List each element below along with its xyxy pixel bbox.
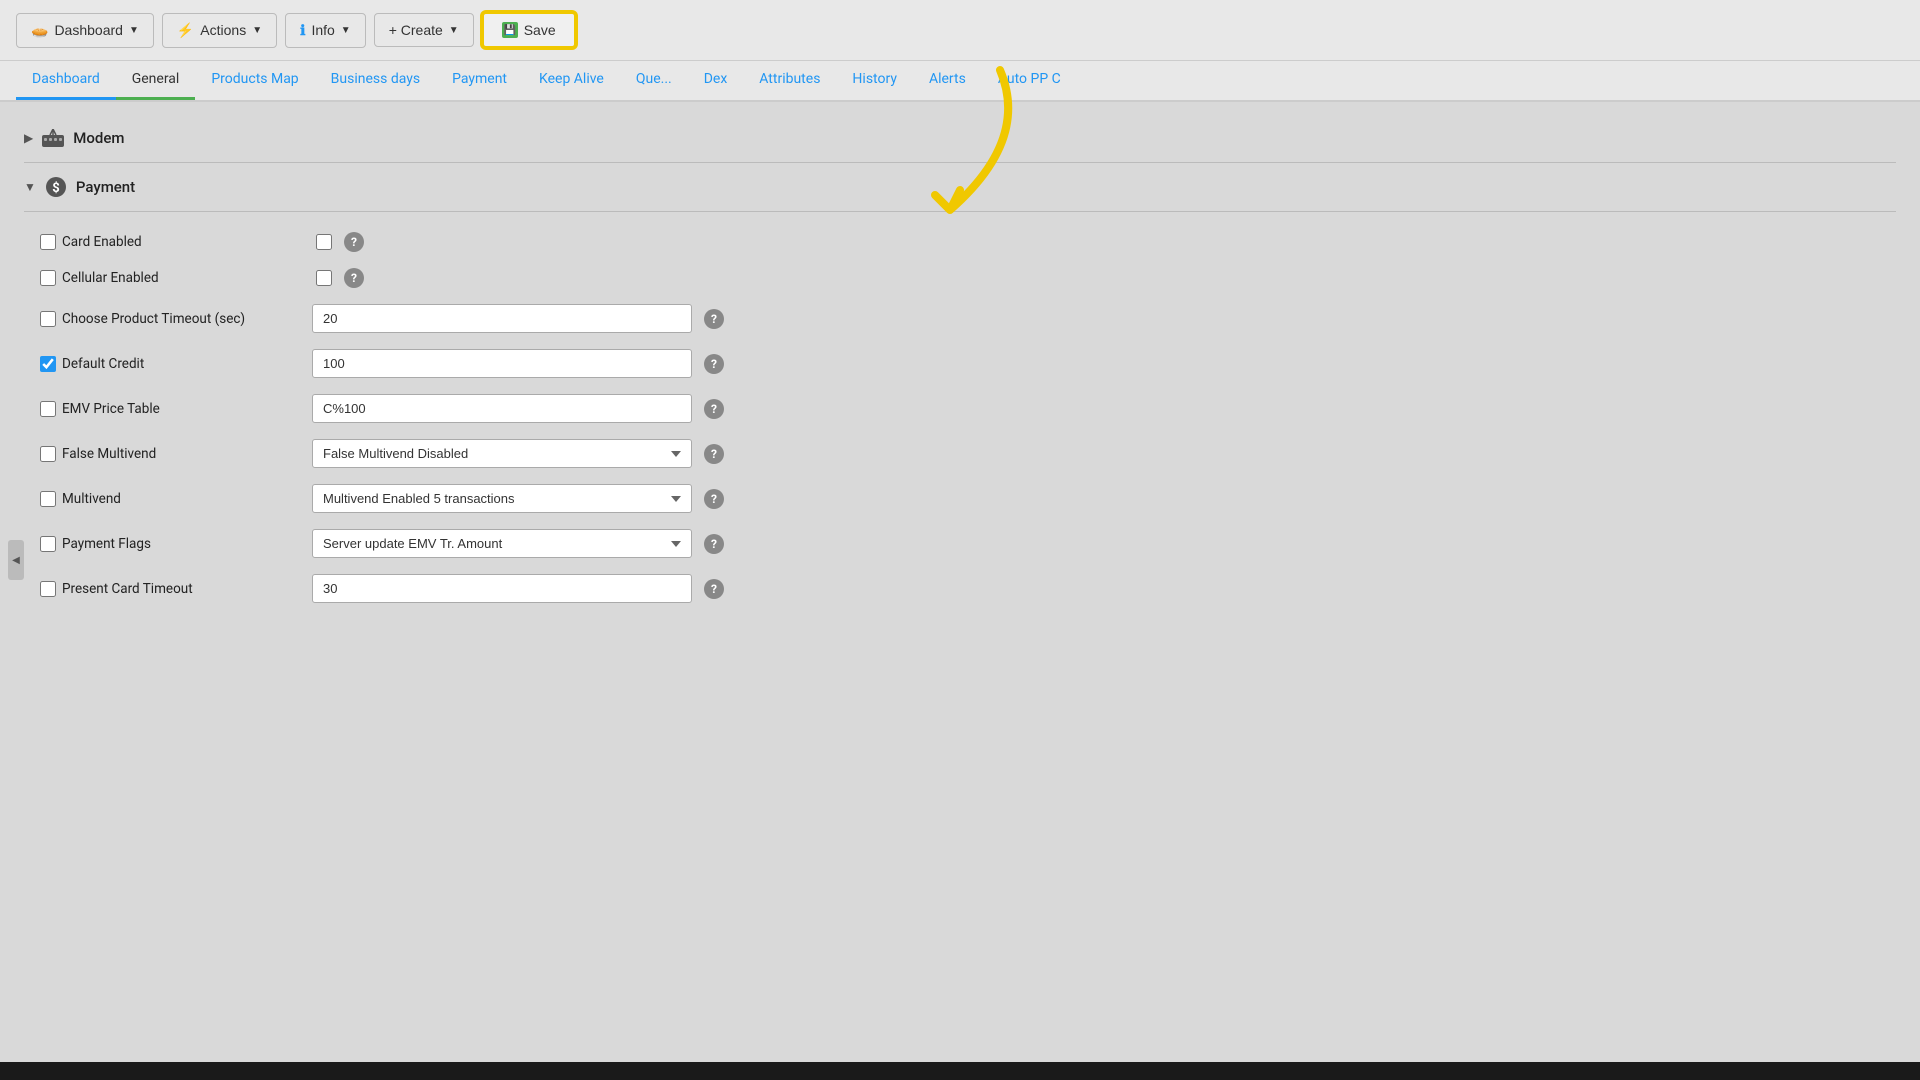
emv-price-table-row: EMV Price Table ? bbox=[40, 386, 1896, 431]
present-card-timeout-checkbox[interactable] bbox=[40, 581, 56, 597]
save-button[interactable]: 💾 Save bbox=[482, 12, 576, 48]
emv-price-table-label: EMV Price Table bbox=[40, 401, 300, 417]
tab-auto-pp[interactable]: Auto PP C bbox=[982, 61, 1077, 100]
tab-alerts[interactable]: Alerts bbox=[913, 61, 982, 100]
modem-divider bbox=[24, 162, 1896, 163]
tab-products-map[interactable]: Products Map bbox=[195, 61, 314, 100]
false-multivend-label: False Multivend bbox=[40, 446, 300, 462]
actions-icon: ⚡ bbox=[177, 22, 194, 39]
multivend-label: Multivend bbox=[40, 491, 300, 507]
multivend-select[interactable]: Multivend Enabled 5 transactions Multive… bbox=[312, 484, 692, 513]
card-enabled-extra-checkbox[interactable] bbox=[316, 234, 332, 250]
modem-section-header[interactable]: ▶ Modem bbox=[24, 118, 1896, 158]
create-dropdown-icon: ▼ bbox=[449, 25, 459, 36]
dashboard-icon: 🥧 bbox=[31, 22, 48, 39]
info-button[interactable]: ℹ Info ▼ bbox=[285, 13, 366, 48]
payment-icon: $ bbox=[44, 175, 68, 199]
payment-section: ▼ $ Payment Card Enabled bbox=[24, 167, 1896, 619]
present-card-timeout-input[interactable] bbox=[312, 574, 692, 603]
save-label: Save bbox=[524, 22, 556, 38]
tab-attributes[interactable]: Attributes bbox=[743, 61, 836, 100]
modem-chevron-icon: ▶ bbox=[24, 131, 33, 145]
default-credit-input[interactable] bbox=[312, 349, 692, 378]
false-multivend-checkbox[interactable] bbox=[40, 446, 56, 462]
create-label: + Create bbox=[389, 22, 443, 38]
false-multivend-help-icon[interactable]: ? bbox=[704, 444, 724, 464]
info-dropdown-icon: ▼ bbox=[341, 25, 351, 36]
cellular-enabled-label: Cellular Enabled bbox=[40, 270, 300, 286]
present-card-timeout-row: Present Card Timeout ? bbox=[40, 566, 1896, 611]
svg-text:$: $ bbox=[52, 181, 59, 196]
cellular-enabled-row: Cellular Enabled ? bbox=[40, 260, 1896, 296]
modem-section: ▶ Modem bbox=[24, 118, 1896, 163]
default-credit-row: Default Credit ? bbox=[40, 341, 1896, 386]
tab-keep-alive[interactable]: Keep Alive bbox=[523, 61, 620, 100]
cellular-enabled-help-icon[interactable]: ? bbox=[344, 268, 364, 288]
card-enabled-row: Card Enabled ? bbox=[40, 224, 1896, 260]
tab-dex[interactable]: Dex bbox=[688, 61, 744, 100]
payment-form: Card Enabled ? Cellular Enabled ? bbox=[24, 216, 1896, 619]
collapse-handle[interactable]: ◀ bbox=[8, 540, 24, 580]
tab-dashboard[interactable]: Dashboard bbox=[16, 61, 116, 100]
present-card-timeout-help-icon[interactable]: ? bbox=[704, 579, 724, 599]
create-button[interactable]: + Create ▼ bbox=[374, 13, 474, 47]
choose-product-timeout-input[interactable] bbox=[312, 304, 692, 333]
info-label: Info bbox=[311, 22, 334, 38]
emv-price-table-help-icon[interactable]: ? bbox=[704, 399, 724, 419]
modem-icon bbox=[41, 126, 65, 150]
dashboard-button[interactable]: 🥧 Dashboard ▼ bbox=[16, 13, 154, 48]
multivend-checkbox[interactable] bbox=[40, 491, 56, 507]
default-credit-label: Default Credit bbox=[40, 356, 300, 372]
payment-flags-checkbox[interactable] bbox=[40, 536, 56, 552]
tab-business-days[interactable]: Business days bbox=[315, 61, 436, 100]
card-enabled-help-icon[interactable]: ? bbox=[344, 232, 364, 252]
dashboard-dropdown-icon: ▼ bbox=[129, 25, 139, 36]
default-credit-checkbox[interactable] bbox=[40, 356, 56, 372]
toolbar: 🥧 Dashboard ▼ ⚡ Actions ▼ ℹ Info ▼ + Cre… bbox=[0, 0, 1920, 61]
default-credit-help-icon[interactable]: ? bbox=[704, 354, 724, 374]
present-card-timeout-label: Present Card Timeout bbox=[40, 581, 300, 597]
choose-product-timeout-help-icon[interactable]: ? bbox=[704, 309, 724, 329]
payment-flags-row: Payment Flags Server update EMV Tr. Amou… bbox=[40, 521, 1896, 566]
dashboard-label: Dashboard bbox=[54, 22, 123, 38]
payment-flags-label: Payment Flags bbox=[40, 536, 300, 552]
cellular-enabled-extra-checkbox[interactable] bbox=[316, 270, 332, 286]
payment-flags-select[interactable]: Server update EMV Tr. Amount None bbox=[312, 529, 692, 558]
choose-product-timeout-checkbox[interactable] bbox=[40, 311, 56, 327]
main-content: ◀ ▶ Modem bbox=[0, 102, 1920, 1062]
save-icon: 💾 bbox=[502, 22, 518, 38]
tabs-bar: Dashboard General Products Map Business … bbox=[0, 61, 1920, 102]
tab-payment[interactable]: Payment bbox=[436, 61, 523, 100]
false-multivend-select[interactable]: False Multivend Disabled False Multivend… bbox=[312, 439, 692, 468]
payment-section-label: Payment bbox=[76, 178, 135, 196]
tab-queue[interactable]: Que... bbox=[620, 61, 688, 100]
cellular-enabled-checkbox[interactable] bbox=[40, 270, 56, 286]
emv-price-table-input[interactable] bbox=[312, 394, 692, 423]
info-icon: ℹ bbox=[300, 22, 305, 39]
tab-general[interactable]: General bbox=[116, 61, 196, 100]
choose-product-timeout-label: Choose Product Timeout (sec) bbox=[40, 311, 300, 327]
actions-label: Actions bbox=[200, 22, 246, 38]
card-enabled-checkbox[interactable] bbox=[40, 234, 56, 250]
false-multivend-row: False Multivend False Multivend Disabled… bbox=[40, 431, 1896, 476]
tab-history[interactable]: History bbox=[836, 61, 913, 100]
payment-section-header[interactable]: ▼ $ Payment bbox=[24, 167, 1896, 207]
emv-price-table-checkbox[interactable] bbox=[40, 401, 56, 417]
multivend-help-icon[interactable]: ? bbox=[704, 489, 724, 509]
choose-product-timeout-row: Choose Product Timeout (sec) ? bbox=[40, 296, 1896, 341]
multivend-row: Multivend Multivend Enabled 5 transactio… bbox=[40, 476, 1896, 521]
modem-section-label: Modem bbox=[73, 129, 124, 147]
actions-dropdown-icon: ▼ bbox=[252, 25, 262, 36]
payment-divider bbox=[24, 211, 1896, 212]
card-enabled-label: Card Enabled bbox=[40, 234, 300, 250]
actions-button[interactable]: ⚡ Actions ▼ bbox=[162, 13, 277, 48]
payment-chevron-icon: ▼ bbox=[24, 180, 36, 194]
payment-flags-help-icon[interactable]: ? bbox=[704, 534, 724, 554]
